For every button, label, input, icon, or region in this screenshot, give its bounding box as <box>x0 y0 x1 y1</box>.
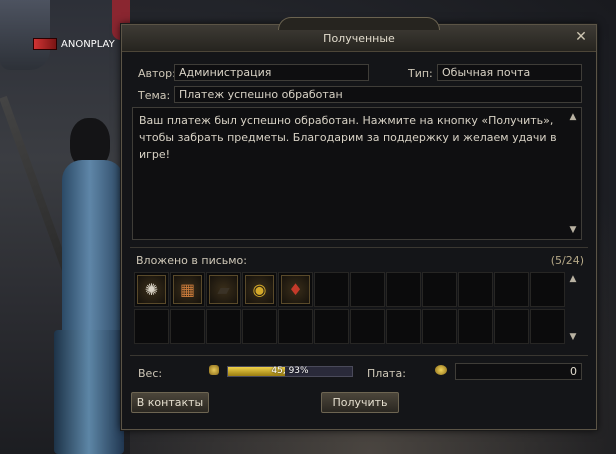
weight-label: Вес: <box>138 367 163 380</box>
attachment-slot[interactable] <box>458 272 493 307</box>
grid-scroll-down-icon[interactable]: ▼ <box>568 332 578 342</box>
attachment-slot[interactable] <box>386 309 421 344</box>
author-label: Автор: <box>138 67 176 80</box>
payment-label: Плата: <box>367 367 406 380</box>
game-character-area <box>0 0 130 454</box>
attachments-scrollbar[interactable]: ▲ ▼ <box>568 272 580 346</box>
attachment-slot[interactable] <box>530 272 565 307</box>
potion-icon[interactable]: ♦ <box>281 275 310 304</box>
attachment-slot[interactable] <box>386 272 421 307</box>
attachment-slot[interactable] <box>314 272 349 307</box>
weight-bar: 45, 93% <box>227 366 353 377</box>
close-icon: ✕ <box>575 29 587 45</box>
player-name: ANONPLAY <box>61 38 115 50</box>
author-field: Администрация <box>174 64 369 81</box>
add-to-contacts-button[interactable]: В контакты <box>131 392 209 413</box>
attachment-slot[interactable] <box>350 309 385 344</box>
message-body[interactable]: Ваш платеж был успешно обработан. Нажмит… <box>132 107 582 240</box>
subject-field: Платеж успешно обработан <box>174 86 582 103</box>
attachments-label: Вложено в письмо: <box>136 254 247 267</box>
chest-icon[interactable]: ▦ <box>173 275 202 304</box>
weight-icon <box>209 365 219 375</box>
attachments-count: (5/24) <box>550 254 584 267</box>
grid-scroll-up-icon[interactable]: ▲ <box>568 274 578 284</box>
window-title: Полученные <box>323 32 395 45</box>
weight-percent: 45, 93% <box>271 366 309 376</box>
attachment-slot[interactable] <box>458 309 493 344</box>
attachment-slot[interactable] <box>350 272 385 307</box>
attachment-slot[interactable] <box>422 272 457 307</box>
close-button[interactable]: ✕ <box>574 30 588 44</box>
attachment-slot[interactable] <box>206 309 241 344</box>
message-text: Ваш платеж был успешно обработан. Нажмит… <box>139 114 557 161</box>
window-titlebar[interactable]: Полученные ✕ <box>122 17 596 52</box>
attachment-slot[interactable] <box>242 309 277 344</box>
attachment-slot[interactable] <box>422 309 457 344</box>
attachment-slot[interactable] <box>494 272 529 307</box>
subject-label: Тема: <box>138 89 171 102</box>
attachments-grid: ✺ ▦ ▰ ◉ ♦ <box>134 272 566 346</box>
attachment-slot[interactable]: ▦ <box>170 272 205 307</box>
scroll-icon[interactable]: ✺ <box>137 275 166 304</box>
receive-button[interactable]: Получить <box>321 392 399 413</box>
type-field: Обычная почта <box>437 64 582 81</box>
ticket-icon[interactable]: ▰ <box>209 275 238 304</box>
message-scroll-down-icon[interactable]: ▼ <box>568 225 578 235</box>
attachment-slot[interactable] <box>530 309 565 344</box>
attachment-slot[interactable]: ▰ <box>206 272 241 307</box>
adena-coin-icon <box>435 365 447 375</box>
attachment-slot[interactable] <box>170 309 205 344</box>
coin-icon[interactable]: ◉ <box>245 275 274 304</box>
attachment-slot[interactable]: ✺ <box>134 272 169 307</box>
attachment-slot[interactable] <box>314 309 349 344</box>
payment-field: 0 <box>455 363 582 380</box>
attachment-slot[interactable]: ♦ <box>278 272 313 307</box>
attachment-slot[interactable] <box>134 309 169 344</box>
clan-crest-icon <box>33 38 57 50</box>
type-label: Тип: <box>408 67 433 80</box>
attachment-slot[interactable] <box>278 309 313 344</box>
mail-window: Полученные ✕ Автор: Администрация Тип: О… <box>121 17 597 430</box>
player-nameplate: ANONPLAY <box>33 38 115 50</box>
attachment-slot[interactable]: ◉ <box>242 272 277 307</box>
message-scroll-up-icon[interactable]: ▲ <box>568 112 578 122</box>
attachment-slot[interactable] <box>494 309 529 344</box>
